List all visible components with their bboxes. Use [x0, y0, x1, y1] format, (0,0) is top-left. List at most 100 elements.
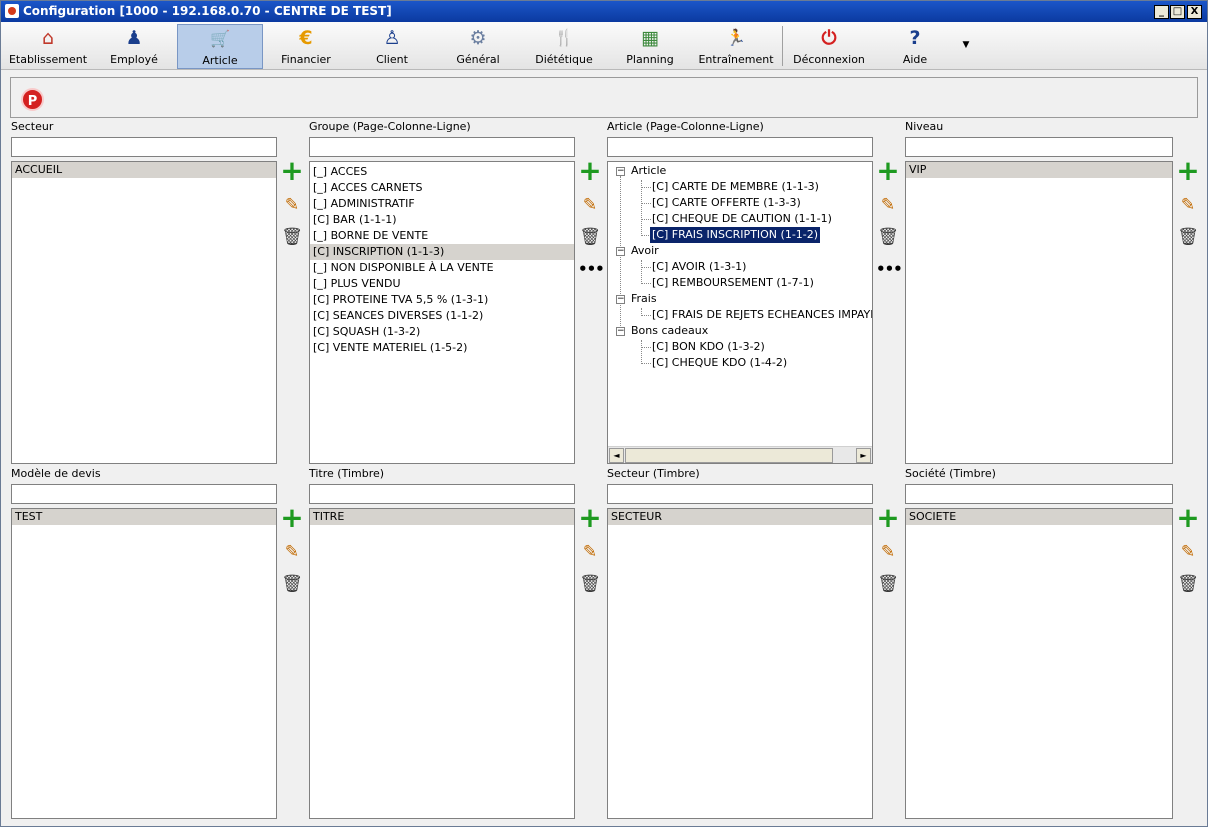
list-item[interactable]: TITRE	[310, 509, 574, 525]
titre-list[interactable]: TITRE	[309, 508, 575, 819]
tree-item[interactable]: [C] BON KDO (1-3-2)	[652, 339, 765, 355]
toolbar-financier[interactable]: € Financier	[263, 24, 349, 69]
list-item[interactable]: [C] VENTE MATERIEL (1-5-2)	[310, 340, 574, 356]
toolbar-dietetique[interactable]: 🍴 Diététique	[521, 24, 607, 69]
list-item[interactable]: [_] NON DISPONIBLE À LA VENTE	[310, 260, 574, 276]
tree-group[interactable]: Bons cadeaux	[631, 323, 708, 339]
tree-group[interactable]: Frais	[631, 291, 657, 307]
more-options-icon[interactable]: •••	[876, 259, 903, 283]
niveau-list[interactable]: VIP	[905, 161, 1173, 464]
list-item[interactable]: [_] ADMINISTRATIF	[310, 196, 574, 212]
societe-timbre-search-input[interactable]	[905, 484, 1173, 504]
trash-icon[interactable]: 🗑	[578, 225, 602, 249]
trash-icon[interactable]: 🗑	[280, 225, 304, 249]
toolbar-aide[interactable]: ? Aide	[872, 24, 958, 69]
trash-icon[interactable]: 🗑	[578, 572, 602, 596]
expander-icon[interactable]: −	[616, 295, 625, 304]
list-item[interactable]: [C] PROTEINE TVA 5,5 % (1-3-1)	[310, 292, 574, 308]
toolbar-employe[interactable]: ♟ Employé	[91, 24, 177, 69]
list-item[interactable]: [_] ACCES	[310, 164, 574, 180]
list-item[interactable]: [_] BORNE DE VENTE	[310, 228, 574, 244]
tree-item[interactable]: [C] CHEQUE DE CAUTION (1-1-1)	[652, 211, 832, 227]
trash-icon[interactable]: 🗑	[1176, 572, 1200, 596]
list-item[interactable]: ACCUEIL	[12, 162, 276, 178]
list-item[interactable]: [_] ACCES CARNETS	[310, 180, 574, 196]
help-icon: ?	[909, 27, 921, 49]
edit-icon[interactable]: ✎	[280, 540, 304, 564]
add-icon[interactable]: +	[876, 157, 900, 185]
add-icon[interactable]: +	[876, 504, 900, 532]
toolbar-client[interactable]: ♙ Client	[349, 24, 435, 69]
add-icon[interactable]: +	[1176, 157, 1200, 185]
close-button[interactable]: X	[1187, 5, 1202, 19]
titre-search-input[interactable]	[309, 484, 575, 504]
secteur-search-input[interactable]	[11, 137, 277, 157]
niveau-search-input[interactable]	[905, 137, 1173, 157]
trash-icon[interactable]: 🗑	[876, 225, 900, 249]
toolbar-entrainement[interactable]: 🏃 Entraînement	[693, 24, 779, 69]
list-item[interactable]: [C] INSCRIPTION (1-1-3)	[310, 244, 574, 260]
expander-icon[interactable]: −	[616, 247, 625, 256]
secteur-timbre-list[interactable]: SECTEUR	[607, 508, 873, 819]
horizontal-scrollbar[interactable]: ◄ ►	[608, 446, 872, 463]
toolbar-article[interactable]: 🛒 Article	[177, 24, 263, 69]
scroll-right-icon[interactable]: ►	[856, 448, 871, 463]
expander-icon[interactable]: −	[616, 167, 625, 176]
add-icon[interactable]: +	[578, 157, 602, 185]
tree-group[interactable]: Article	[631, 163, 666, 179]
edit-icon[interactable]: ✎	[578, 540, 602, 564]
article-search-input[interactable]	[607, 137, 873, 157]
titre-label: Titre (Timbre)	[309, 467, 385, 480]
tree-group[interactable]: Avoir	[631, 243, 659, 259]
tree-item[interactable]: [C] AVOIR (1-3-1)	[652, 259, 746, 275]
tree-item[interactable]: [C] CARTE OFFERTE (1-3-3)	[652, 195, 801, 211]
add-icon[interactable]: +	[1176, 504, 1200, 532]
secteur-list[interactable]: ACCUEIL	[11, 161, 277, 464]
tree-item-selected[interactable]: [C] FRAIS INSCRIPTION (1-1-2)	[648, 226, 822, 244]
toolbar-planning[interactable]: ▦ Planning	[607, 24, 693, 69]
minimize-button[interactable]: _	[1154, 5, 1169, 19]
list-item[interactable]: VIP	[906, 162, 1172, 178]
parking-badge-icon[interactable]: P	[21, 88, 44, 111]
toolbar-etablissement[interactable]: ⌂ Etablissement	[5, 24, 91, 69]
edit-icon[interactable]: ✎	[876, 193, 900, 217]
secteur-timbre-label: Secteur (Timbre)	[607, 467, 700, 480]
edit-icon[interactable]: ✎	[876, 540, 900, 564]
modele-devis-search-input[interactable]	[11, 484, 277, 504]
edit-icon[interactable]: ✎	[280, 193, 304, 217]
tree-item[interactable]: [C] REMBOURSEMENT (1-7-1)	[652, 275, 814, 291]
scroll-left-icon[interactable]: ◄	[609, 448, 624, 463]
list-item[interactable]: [C] SQUASH (1-3-2)	[310, 324, 574, 340]
add-icon[interactable]: +	[280, 504, 304, 532]
list-item[interactable]: SECTEUR	[608, 509, 872, 525]
secteur-timbre-search-input[interactable]	[607, 484, 873, 504]
edit-icon[interactable]: ✎	[578, 193, 602, 217]
list-item[interactable]: [C] BAR (1-1-1)	[310, 212, 574, 228]
scrollbar-thumb[interactable]	[625, 448, 833, 463]
expander-icon[interactable]: −	[616, 327, 625, 336]
trash-icon[interactable]: 🗑	[1176, 225, 1200, 249]
edit-icon[interactable]: ✎	[1176, 193, 1200, 217]
tree-item[interactable]: [C] FRAIS DE REJETS ECHEANCES IMPAYER (	[652, 307, 872, 323]
more-options-icon[interactable]: •••	[578, 259, 605, 283]
groupe-list[interactable]: [_] ACCES [_] ACCES CARNETS [_] ADMINIST…	[309, 161, 575, 464]
toolbar-deconnexion[interactable]: ⏻ Déconnexion	[786, 24, 872, 69]
list-item[interactable]: [C] SEANCES DIVERSES (1-1-2)	[310, 308, 574, 324]
list-item[interactable]: SOCIETE	[906, 509, 1172, 525]
tree-line	[642, 187, 651, 188]
tree-item[interactable]: [C] CARTE DE MEMBRE (1-1-3)	[652, 179, 819, 195]
groupe-search-input[interactable]	[309, 137, 575, 157]
toolbar-general[interactable]: ⚙ Général	[435, 24, 521, 69]
edit-icon[interactable]: ✎	[1176, 540, 1200, 564]
add-icon[interactable]: +	[578, 504, 602, 532]
list-item[interactable]: [_] PLUS VENDU	[310, 276, 574, 292]
maximize-button[interactable]: □	[1170, 5, 1185, 19]
add-icon[interactable]: +	[280, 157, 304, 185]
societe-timbre-list[interactable]: SOCIETE	[905, 508, 1173, 819]
trash-icon[interactable]: 🗑	[280, 572, 304, 596]
article-tree[interactable]: − Article [C] CARTE DE MEMBRE (1-1-3) [C…	[607, 161, 873, 464]
list-item[interactable]: TEST	[12, 509, 276, 525]
trash-icon[interactable]: 🗑	[876, 572, 900, 596]
modele-devis-list[interactable]: TEST	[11, 508, 277, 819]
tree-item[interactable]: [C] CHEQUE KDO (1-4-2)	[652, 355, 787, 371]
